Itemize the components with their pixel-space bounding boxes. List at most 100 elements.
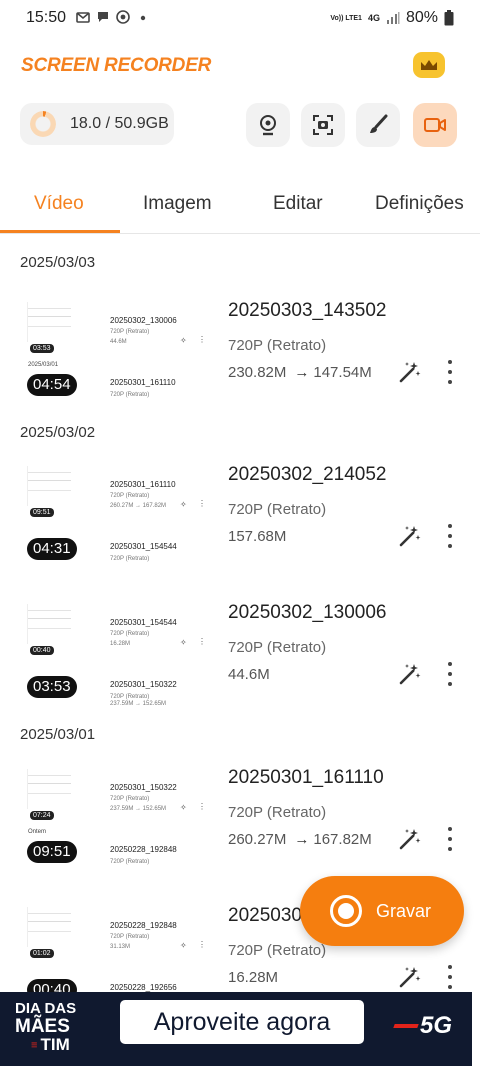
video-resolution: 720P (Retrato) [228, 501, 327, 518]
record-tool-button[interactable] [413, 103, 457, 147]
notification-icons [76, 10, 150, 24]
video-title: 20250302_130006 [228, 602, 387, 623]
screenshot-tool-button[interactable] [301, 103, 345, 147]
thumb-more-icon: ⋮ [198, 499, 206, 508]
brush-icon [370, 114, 388, 133]
system-status: Vo)) LTE1 4G 80% [330, 9, 454, 27]
thumb-mini-image [27, 769, 71, 809]
ad-banner[interactable]: DIA DAS MÃES ≡ TIM Aproveite agora 5G [0, 992, 472, 1066]
thumb-more-icon: ⋮ [198, 940, 206, 949]
video-title: 20250303_143502 [228, 300, 387, 321]
record-button[interactable]: Gravar [300, 876, 464, 946]
thumb-mini-image [27, 604, 71, 644]
thumb-more-icon: ⋮ [198, 637, 206, 646]
video-size: 157.68M [228, 528, 286, 545]
webcam-tool-button[interactable] [246, 103, 290, 147]
thumb-preview [27, 907, 87, 955]
signal-icon [386, 12, 400, 24]
thumb-item-name: 20250301_150322 [110, 680, 177, 689]
thumb-item-name: 20250228_192848 [110, 921, 177, 930]
battery-percent: 80% [405, 9, 438, 26]
video-list-item[interactable]: NEW20250301_150322720P (Retrato)237.59M … [0, 765, 480, 885]
ad-cta-button[interactable]: Aproveite agora [120, 1000, 364, 1044]
video-size: 44.6M [228, 666, 270, 683]
thumb-mini-image [27, 466, 71, 506]
file-size: 260.27M [228, 831, 287, 848]
ad-brand-line: TIM [40, 1035, 70, 1054]
file-size: 44.6M [228, 666, 270, 683]
tab-bar: Vídeo Imagem Editar Definições [0, 188, 480, 234]
thumb-item-name: 20250301_154544 [110, 618, 177, 627]
app-title: SCREEN RECORDER [21, 55, 212, 76]
thumb-item-meta: 237.59M → 152.65M [110, 701, 167, 707]
ad-5g-logo: 5G [420, 1012, 453, 1039]
thumb-item-name: 20250301_161110 [110, 480, 176, 489]
video-duration: 09:51 [27, 841, 77, 863]
premium-crown-button[interactable] [413, 52, 445, 78]
thumb-mini-image [27, 907, 71, 947]
webcam-icon [260, 115, 276, 136]
more-options-icon[interactable] [446, 827, 454, 851]
status-bar: 15:50 Vo)) LTE1 4G 80% [0, 0, 480, 36]
thumb-item-name: 20250302_130006 [110, 316, 177, 325]
more-options-icon[interactable] [446, 360, 454, 384]
record-button-label: Gravar [376, 900, 432, 921]
tab-settings[interactable]: Definições [375, 193, 464, 215]
active-tab-indicator [0, 230, 120, 233]
camera-scan-icon [313, 115, 333, 135]
video-size: 260.27M → 167.82M [228, 831, 372, 848]
thumb-duration: 03:53 [30, 344, 54, 353]
status-time: 15:50 [26, 9, 67, 26]
date-header: 2025/03/02 [20, 424, 96, 441]
thumb-wand-icon: ✧ [180, 803, 187, 812]
thumb-item-meta: 720P (Retrato) [110, 694, 150, 700]
thumb-item-meta: 720P (Retrato) [110, 859, 150, 865]
file-size: 16.28M [228, 969, 279, 986]
more-options-icon[interactable] [446, 524, 454, 548]
video-duration: 04:31 [27, 538, 77, 560]
video-duration: 03:53 [27, 676, 77, 698]
thumb-duration: 07:24 [30, 811, 54, 820]
crown-icon [421, 60, 437, 70]
network-label: 4G [367, 12, 380, 23]
more-options-icon[interactable] [446, 662, 454, 686]
brush-tool-button[interactable] [356, 103, 400, 147]
date-header: 2025/03/01 [20, 726, 96, 743]
video-list-item[interactable]: 20250302_130006 720P (Retrato) 44.6M 03:53 ✧… [0, 298, 480, 418]
video-title: 20250302_214052 [228, 464, 387, 485]
thumb-more-icon: ⋮ [198, 802, 206, 811]
ad-brand: DIA DAS MÃES ≡ TIM [15, 1000, 76, 1055]
thumb-item-meta: 44.6M [110, 339, 127, 345]
tab-video[interactable]: Vídeo [34, 193, 84, 215]
thumb-item-meta: 720P (Retrato) [110, 934, 150, 940]
thumb-item-meta: 237.59M → 152.65M [110, 806, 167, 812]
video-list-item[interactable]: NEW20250301_154544720P (Retrato)16.28M00… [0, 600, 480, 720]
magic-wand-icon[interactable] [398, 662, 422, 686]
thumb-item-meta: 260.27M → 167.82M [110, 503, 167, 509]
magic-wand-icon[interactable] [398, 524, 422, 548]
file-size: 230.82M [228, 364, 287, 381]
compressed-size: 147.54M [313, 364, 372, 381]
arrow-right-icon: → [294, 364, 310, 381]
tab-edit[interactable]: Editar [273, 193, 323, 215]
thumb-item-name: 20250301_161110 [110, 378, 176, 387]
magic-wand-icon[interactable] [398, 827, 422, 851]
magic-wand-icon[interactable] [398, 965, 422, 989]
thumb-item-meta: 31.13M [110, 944, 131, 950]
thumb-preview [27, 604, 87, 652]
file-size: 157.68M [228, 528, 287, 545]
thumb-preview [27, 302, 87, 350]
date-header: 2025/03/03 [20, 254, 96, 271]
thumb-mini-image [27, 302, 71, 342]
battery-icon [444, 10, 454, 26]
thumb-item-name: 20250228_192656 [110, 983, 177, 992]
record-icon [330, 895, 362, 927]
thumb-wand-icon: ✧ [180, 336, 187, 345]
magic-wand-icon[interactable] [398, 360, 422, 384]
video-size: 16.28M [228, 969, 278, 986]
video-list-item[interactable]: Ontem20250301_161110720P (Retrato)260.27… [0, 462, 480, 582]
screen-recorder-app: 15:50 Vo)) LTE1 4G 80% SCREEN RECORDER 1… [0, 0, 480, 1066]
more-options-icon[interactable] [446, 965, 454, 989]
tab-image[interactable]: Imagem [143, 193, 212, 215]
thumb-duration: 09:51 [30, 508, 54, 517]
